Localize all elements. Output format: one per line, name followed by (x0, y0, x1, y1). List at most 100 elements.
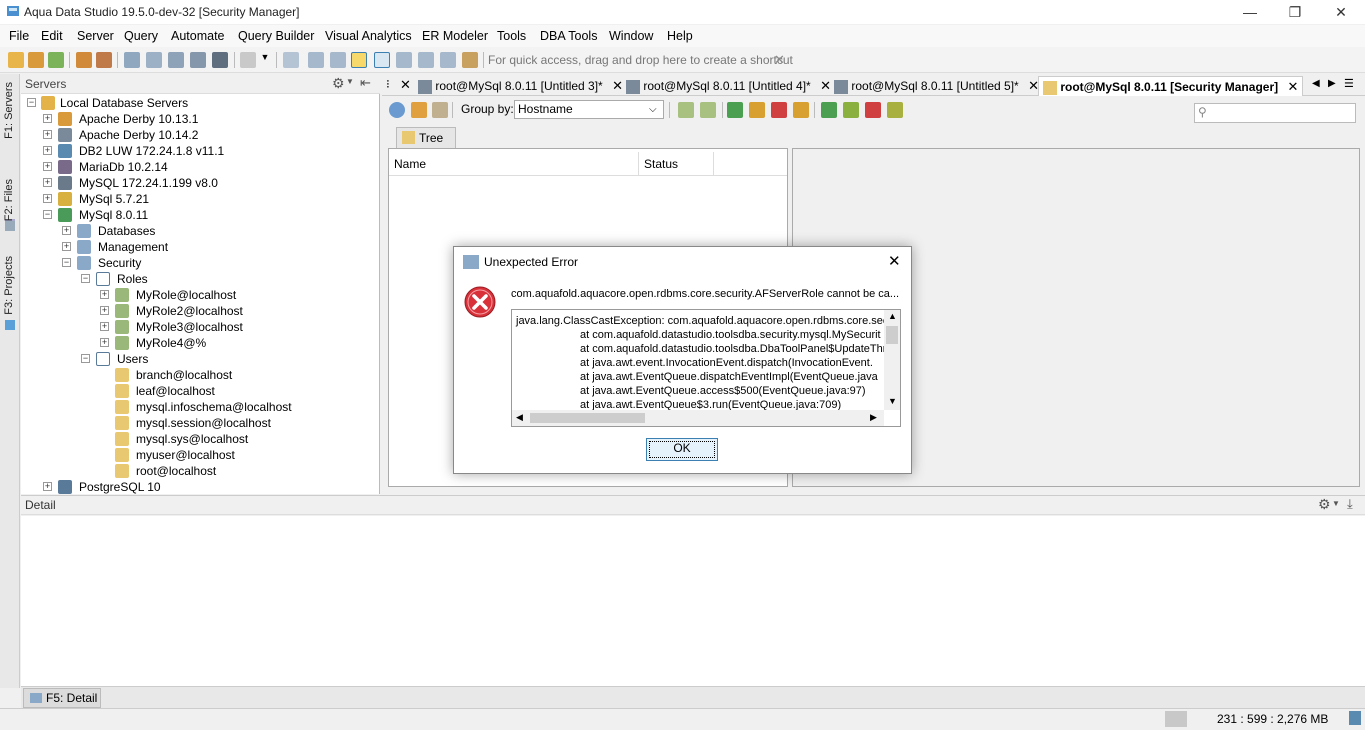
gear-icon[interactable]: ⚙ (332, 75, 345, 92)
drop-user-icon[interactable] (771, 102, 787, 118)
tab-untitled-3[interactable]: root@MySql 8.0.11 [Untitled 3]* ✕ (418, 76, 623, 96)
horizontal-scrollbar[interactable]: ◀ ▶ (512, 410, 884, 426)
layout-icon[interactable] (283, 52, 299, 68)
dropdown-arrow-icon[interactable]: ▼ (260, 52, 270, 68)
menu-edit[interactable]: Edit (41, 29, 63, 43)
menu-tools[interactable]: Tools (497, 29, 526, 43)
new-server-icon[interactable] (8, 52, 24, 68)
tab-untitled-5[interactable]: root@MySql 8.0.11 [Untitled 5]* ✕ (834, 76, 1039, 96)
collapse-icon[interactable]: − (27, 98, 36, 107)
files-side-tab[interactable]: F2: Files (3, 179, 15, 221)
expand-icon[interactable]: + (43, 178, 52, 187)
expand-icon[interactable]: + (62, 242, 71, 251)
scroll-down-icon[interactable]: ▼ (888, 396, 897, 406)
vertical-scrollbar[interactable]: ▲ ▼ (884, 310, 900, 410)
report-icon[interactable] (462, 52, 478, 68)
garbage-collect-icon[interactable] (1349, 711, 1361, 725)
collapse-icon[interactable]: − (62, 258, 71, 267)
scroll-thumb[interactable] (530, 413, 645, 423)
expand-icon[interactable]: + (100, 306, 109, 315)
close-tab-icon[interactable]: ✕ (1287, 79, 1298, 94)
table-view-icon[interactable] (374, 52, 390, 68)
expand-icon[interactable]: + (43, 130, 52, 139)
highlight-view-icon[interactable] (351, 52, 367, 68)
grant-role-icon[interactable] (843, 102, 859, 118)
expand-icon[interactable]: + (100, 290, 109, 299)
tab-scroll-right-icon[interactable]: ▶ (1328, 78, 1336, 89)
server-properties-icon[interactable] (48, 52, 64, 68)
tab-overflow-icon[interactable]: ⁝ (386, 77, 390, 91)
scroll-up-icon[interactable]: ▲ (888, 311, 897, 321)
tab-tree[interactable]: Tree (396, 127, 456, 148)
group-by-select[interactable]: Hostname ⌵ (514, 100, 664, 119)
collapse-icon[interactable]: − (81, 274, 90, 283)
connect-icon[interactable] (76, 52, 92, 68)
collapse-panel-icon[interactable]: ⇤ (360, 75, 371, 91)
menu-automate[interactable]: Automate (171, 29, 225, 43)
export-icon[interactable] (212, 52, 228, 68)
remove-group-icon[interactable] (700, 102, 716, 118)
menu-help[interactable]: Help (667, 29, 693, 43)
refresh-icon[interactable] (389, 102, 405, 118)
projects-side-tab[interactable]: F3: Projects (3, 256, 15, 315)
copy-icon[interactable] (432, 102, 448, 118)
expand-icon[interactable]: + (43, 114, 52, 123)
menu-window[interactable]: Window (609, 29, 653, 43)
minimize-button[interactable]: — (1227, 0, 1273, 24)
menu-visual-analytics[interactable]: Visual Analytics (325, 29, 412, 43)
form-view-icon[interactable] (440, 52, 456, 68)
chevron-down-icon[interactable]: ▼ (1332, 499, 1340, 508)
query-window-icon[interactable] (124, 52, 140, 68)
expand-icon[interactable]: + (100, 338, 109, 347)
scroll-right-icon[interactable]: ▶ (870, 412, 877, 423)
close-tab-icon[interactable]: ✕ (400, 77, 411, 93)
role-properties-icon[interactable] (887, 102, 903, 118)
stack-trace-area[interactable]: java.lang.ClassCastException: com.aquafo… (511, 309, 901, 427)
add-role-icon[interactable] (821, 102, 837, 118)
connect-icon[interactable] (411, 102, 427, 118)
close-tab-icon[interactable]: ✕ (820, 78, 831, 93)
menu-server[interactable]: Server (77, 29, 114, 43)
menu-dba-tools[interactable]: DBA Tools (540, 29, 597, 43)
close-icon[interactable]: ✕ (888, 252, 901, 270)
split-icon[interactable] (330, 52, 346, 68)
chevron-down-icon[interactable]: ▼ (346, 77, 354, 86)
user-properties-icon[interactable] (793, 102, 809, 118)
restore-button[interactable]: ❐ (1272, 0, 1318, 24)
list-view-icon[interactable] (418, 52, 434, 68)
expand-icon[interactable]: + (43, 162, 52, 171)
collapse-icon[interactable]: − (81, 354, 90, 363)
schema-browser-icon[interactable] (190, 52, 206, 68)
minimize-panel-icon[interactable]: ⤓ (1347, 496, 1353, 512)
edit-user-icon[interactable] (749, 102, 765, 118)
disconnect-icon[interactable] (96, 52, 112, 68)
close-tab-icon[interactable]: ✕ (612, 78, 623, 93)
search-input[interactable]: ⚲ (1194, 103, 1356, 123)
gear-icon[interactable]: ⚙ (1318, 496, 1331, 513)
add-user-icon[interactable] (727, 102, 743, 118)
tab-security-manager[interactable]: root@MySql 8.0.11 [Security Manager] ✕ (1038, 76, 1303, 96)
quick-access-close-icon[interactable]: ✕ (774, 52, 785, 68)
tab-scroll-left-icon[interactable]: ◀ (1312, 78, 1320, 89)
expand-icon[interactable]: + (100, 322, 109, 331)
open-file-icon[interactable] (240, 52, 256, 68)
register-server-icon[interactable] (28, 52, 44, 68)
chart-view-icon[interactable] (396, 52, 412, 68)
expand-icon[interactable]: + (43, 146, 52, 155)
expand-icon[interactable]: + (62, 226, 71, 235)
collapse-icon[interactable]: − (43, 210, 52, 219)
expand-icon[interactable]: + (43, 482, 52, 491)
tab-untitled-4[interactable]: root@MySql 8.0.11 [Untitled 4]* ✕ (626, 76, 831, 96)
expand-icon[interactable]: + (43, 194, 52, 203)
ok-button[interactable]: OK (646, 438, 718, 461)
tab-list-icon[interactable]: ☰ (1344, 77, 1354, 90)
menu-er-modeler[interactable]: ER Modeler (422, 29, 488, 43)
menu-file[interactable]: File (9, 29, 29, 43)
column-header-status[interactable]: Status (644, 157, 678, 171)
servers-side-tab[interactable]: F1: Servers (3, 82, 15, 139)
scroll-left-icon[interactable]: ◀ (516, 412, 523, 423)
menu-query[interactable]: Query (124, 29, 158, 43)
add-group-icon[interactable] (678, 102, 694, 118)
query-analyzer-icon[interactable] (146, 52, 162, 68)
column-header-name[interactable]: Name (394, 157, 426, 171)
